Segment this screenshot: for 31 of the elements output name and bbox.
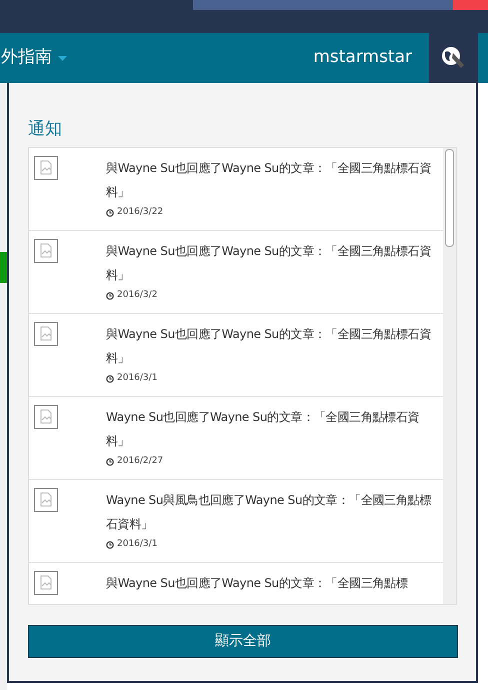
scrollbar[interactable] [443, 148, 456, 604]
image-placeholder-icon [34, 488, 58, 512]
image-placeholder-icon [34, 571, 58, 595]
notification-toggle[interactable] [429, 33, 478, 83]
notification-text: Wayne Su與風鳥也回應了Wayne Su的文章：「全國三角點標石資料」 [106, 492, 432, 533]
username-link[interactable]: mstarmstar [313, 45, 412, 71]
clock-icon [106, 292, 114, 300]
notification-text: 與Wayne Su也回應了Wayne Su的文章：「全國三角點標石資料」 [106, 160, 432, 201]
show-all-button[interactable]: 顯示全部 [28, 625, 458, 658]
clock-icon [106, 374, 114, 383]
notification-date: 2016/3/22 [117, 206, 164, 219]
caret-icon [58, 56, 67, 60]
clock-icon [106, 540, 114, 549]
navbar-segment [478, 33, 488, 83]
notification-text: Wayne Su也回應了Wayne Su的文章：「全國三角點標石資料」 [106, 409, 420, 450]
image-placeholder-icon [34, 322, 58, 346]
notification-date: 2016/3/1 [117, 372, 158, 385]
notification-date: 2016/3/1 [117, 538, 158, 551]
clock-icon [106, 458, 114, 466]
globe-icon [440, 46, 466, 70]
notification-date: 2016/3/2 [117, 289, 158, 302]
notification-text: 與Wayne Su也回應了Wayne Su的文章：「全國三角點標 [106, 575, 409, 592]
image-placeholder-icon [34, 156, 58, 180]
image-placeholder-icon [34, 405, 58, 429]
image-placeholder-icon [34, 239, 58, 263]
notification-date: 2016/2/27 [117, 455, 164, 468]
panel-title: 通知 [28, 118, 63, 141]
notification-text: 與Wayne Su也回應了Wayne Su的文章：「全國三角點標石資料」 [106, 326, 432, 367]
notification-text: 與Wayne Su也回應了Wayne Su的文章：「全國三角點標石資料」 [106, 243, 432, 284]
nav-menu-link[interactable]: 外指南 [1, 45, 67, 71]
clock-icon [106, 208, 114, 217]
